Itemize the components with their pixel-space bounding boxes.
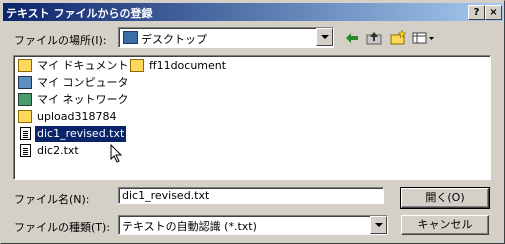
text-file-icon [20,127,31,140]
title-bar[interactable]: テキスト ファイルからの登録 ? × [3,3,503,21]
new-folder-icon[interactable] [390,29,407,46]
window-title: テキスト ファイルからの登録 [6,7,153,20]
location-dropdown-button[interactable] [316,28,333,46]
list-item-label: ff11document [149,59,227,72]
filetype-label: ファイルの種類(T): [14,221,111,234]
view-menu-icon[interactable] [412,30,436,46]
list-item-label: upload318784 [37,110,117,123]
filename-label: ファイル名(N): [14,193,90,206]
text-file-icon [20,144,31,157]
location-value: デスクトップ [141,33,207,46]
my-documents-icon [18,59,32,72]
my-computer-icon [18,76,32,89]
list-item-label: マイ コンピュータ [37,76,129,89]
folder-icon [18,110,32,123]
list-item-label: dic1_revised.txt [33,125,128,143]
my-network-icon [18,93,32,106]
help-button[interactable]: ? [468,5,485,20]
filename-input[interactable] [118,187,384,204]
close-button[interactable]: × [485,5,502,20]
list-item-label: マイ ドキュメント [37,59,129,72]
location-combo[interactable]: デスクトップ [118,27,334,48]
filetype-combo[interactable]: テキストの自動認識 (*.txt) [118,215,388,235]
list-item-label: マイ ネットワーク [37,93,129,106]
back-arrow-icon[interactable] [344,30,360,46]
list-item-label: dic2.txt [37,144,79,157]
desktop-icon [123,31,138,44]
file-list[interactable]: マイ ドキュメント マイ コンピュータ マイ ネットワーク upload3187… [13,55,491,180]
open-button[interactable]: 開く(O) [400,187,490,209]
up-folder-icon[interactable] [366,30,382,46]
mouse-cursor-icon [110,143,124,167]
cancel-button[interactable]: キャンセル [401,215,489,235]
location-label: ファイルの場所(I): [14,34,107,47]
dialog-window: テキスト ファイルからの登録 ? × ファイルの場所(I): デスクトップ マイ… [0,0,505,244]
filetype-dropdown-button[interactable] [370,216,387,234]
filetype-value: テキストの自動認識 (*.txt) [122,220,257,233]
folder-shortcut-icon [130,59,144,72]
